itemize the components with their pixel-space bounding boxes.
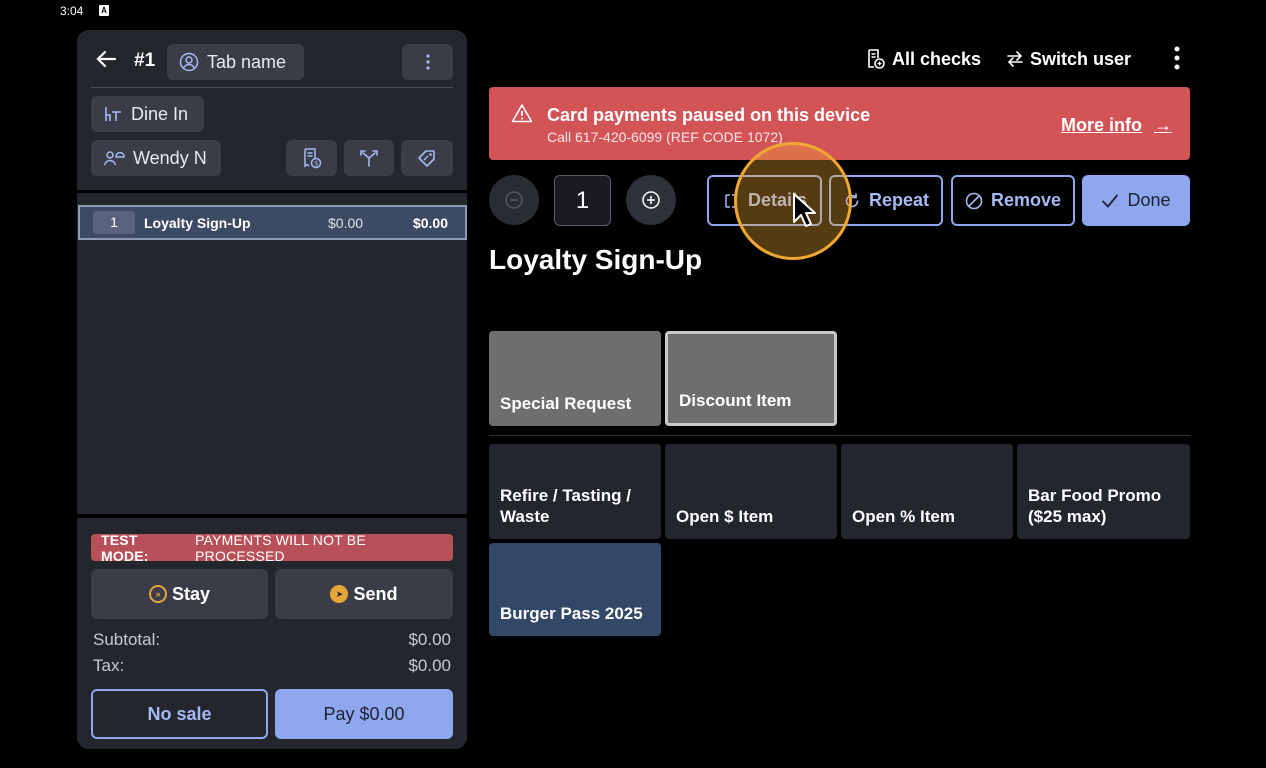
send-label: Send: [353, 583, 398, 604]
switch-user-label: Switch user: [1030, 48, 1132, 69]
tax-label: Tax:: [93, 656, 125, 675]
item-price: $0.00: [328, 214, 364, 231]
svg-text:$: $: [314, 160, 318, 168]
status-bar: 3:04 A: [0, 0, 1266, 22]
header-divider: [91, 87, 453, 88]
arrow-right-icon: →: [1154, 115, 1172, 135]
stay-label: Stay: [171, 583, 211, 604]
send-icon: ➤: [330, 585, 349, 603]
repeat-label: Repeat: [868, 190, 930, 210]
stay-icon: »: [148, 585, 167, 603]
prohibit-icon: [965, 192, 983, 209]
dining-option-button[interactable]: Dine In: [91, 96, 204, 132]
tab-name-label: Tab name: [207, 51, 287, 72]
subtotal-row: Subtotal: $0.00: [93, 630, 451, 650]
more-info-label: More info: [1061, 115, 1142, 135]
item-qty: 1: [93, 211, 135, 234]
discount-item-tile[interactable]: Discount Item: [665, 331, 837, 426]
remove-label: Remove: [990, 190, 1062, 210]
mouse-pointer-icon: [793, 193, 816, 227]
test-mode-text: PAYMENTS WILL NOT BE PROCESSED: [195, 531, 366, 564]
decrease-quantity-button[interactable]: [489, 175, 539, 225]
order-items-list: 1 Loyalty Sign-Up $0.00 $0.00: [77, 190, 467, 514]
refire-tasting-waste-tile[interactable]: Refire / Tasting / Waste: [489, 444, 661, 539]
more-info-link[interactable]: More info →: [1061, 115, 1172, 136]
dining-option-label: Dine In: [131, 103, 189, 124]
check-number: #1: [134, 50, 156, 71]
order-item-row[interactable]: 1 Loyalty Sign-Up $0.00 $0.00: [78, 205, 467, 240]
increase-quantity-button[interactable]: [626, 175, 676, 225]
card-payments-alert: Card payments paused on this device Call…: [489, 87, 1190, 160]
split-payment-button[interactable]: $: [286, 140, 337, 176]
tag-icon: [418, 150, 435, 167]
subtotal-label: Subtotal:: [93, 630, 161, 649]
selected-item-title: Loyalty Sign-Up: [489, 244, 703, 275]
tax-row: Tax: $0.00: [93, 656, 451, 676]
kebab-menu-icon: [1174, 46, 1180, 70]
all-checks-label: All checks: [892, 48, 982, 69]
plus-circle-icon: [642, 191, 660, 209]
send-button[interactable]: ➤ Send: [275, 569, 453, 619]
discount-tag-button[interactable]: [401, 140, 453, 176]
open-dollar-item-tile[interactable]: Open $ Item: [665, 444, 837, 539]
pay-button[interactable]: Pay $0.00: [275, 689, 453, 739]
more-options-button[interactable]: [1167, 44, 1187, 74]
tab-name-button[interactable]: Tab name: [167, 44, 304, 80]
subtotal-value: $0.00: [408, 630, 451, 649]
test-mode-label: TEST MODE:: [101, 531, 149, 564]
all-checks-button[interactable]: All checks: [866, 46, 981, 72]
special-request-tile[interactable]: Special Request: [489, 331, 661, 426]
receipt-dollar-icon: $: [303, 148, 321, 169]
status-time: 3:04: [60, 4, 84, 18]
done-label: Done: [1127, 190, 1171, 210]
user-circle-icon: [179, 52, 199, 72]
test-mode-banner: TEST MODE: PAYMENTS WILL NOT BE PROCESSE…: [91, 531, 453, 564]
check-footer: TEST MODE: PAYMENTS WILL NOT BE PROCESSE…: [77, 514, 467, 749]
tiles-divider: [489, 435, 1190, 436]
warning-icon: [511, 104, 533, 123]
burger-pass-tile[interactable]: Burger Pass 2025: [489, 543, 661, 636]
split-check-button[interactable]: [344, 140, 394, 176]
done-button[interactable]: Done: [1082, 175, 1190, 226]
bar-food-promo-tile[interactable]: Bar Food Promo ($25 max): [1017, 444, 1190, 539]
open-percent-item-tile[interactable]: Open % Item: [841, 444, 1013, 539]
swap-arrows-icon: [1007, 51, 1023, 67]
back-button[interactable]: [95, 48, 123, 76]
server-label: Wendy N: [133, 147, 207, 168]
arrow-left-icon: [96, 50, 117, 68]
minus-circle-icon: [505, 191, 523, 209]
kebab-menu-icon: [425, 54, 430, 70]
quantity-value[interactable]: 1: [554, 175, 611, 226]
check-header: #1 Tab name Dine In Wendy N $: [77, 30, 467, 190]
no-sale-button[interactable]: No sale: [91, 689, 268, 739]
check-menu-button[interactable]: [402, 44, 453, 80]
alert-title: Card payments paused on this device: [547, 105, 871, 125]
table-chair-icon: [105, 107, 121, 121]
checks-icon: [868, 49, 885, 69]
switch-user-button[interactable]: Switch user: [1006, 46, 1131, 72]
split-arrows-icon: [360, 150, 378, 167]
item-total: $0.00: [412, 214, 448, 231]
alert-subtitle: Call 617-420-6099 (REF CODE 1072): [547, 129, 783, 145]
notification-icon: A: [99, 5, 109, 16]
stay-button[interactable]: » Stay: [91, 569, 268, 619]
checkmark-icon: [1102, 194, 1119, 208]
server-user-icon: [103, 151, 125, 166]
item-name: Loyalty Sign-Up: [144, 214, 251, 231]
tax-value: $0.00: [408, 656, 451, 675]
check-panel: #1 Tab name Dine In Wendy N $ 1 Loyalty …: [77, 30, 467, 749]
server-button[interactable]: Wendy N: [91, 140, 221, 176]
remove-button[interactable]: Remove: [951, 175, 1075, 226]
